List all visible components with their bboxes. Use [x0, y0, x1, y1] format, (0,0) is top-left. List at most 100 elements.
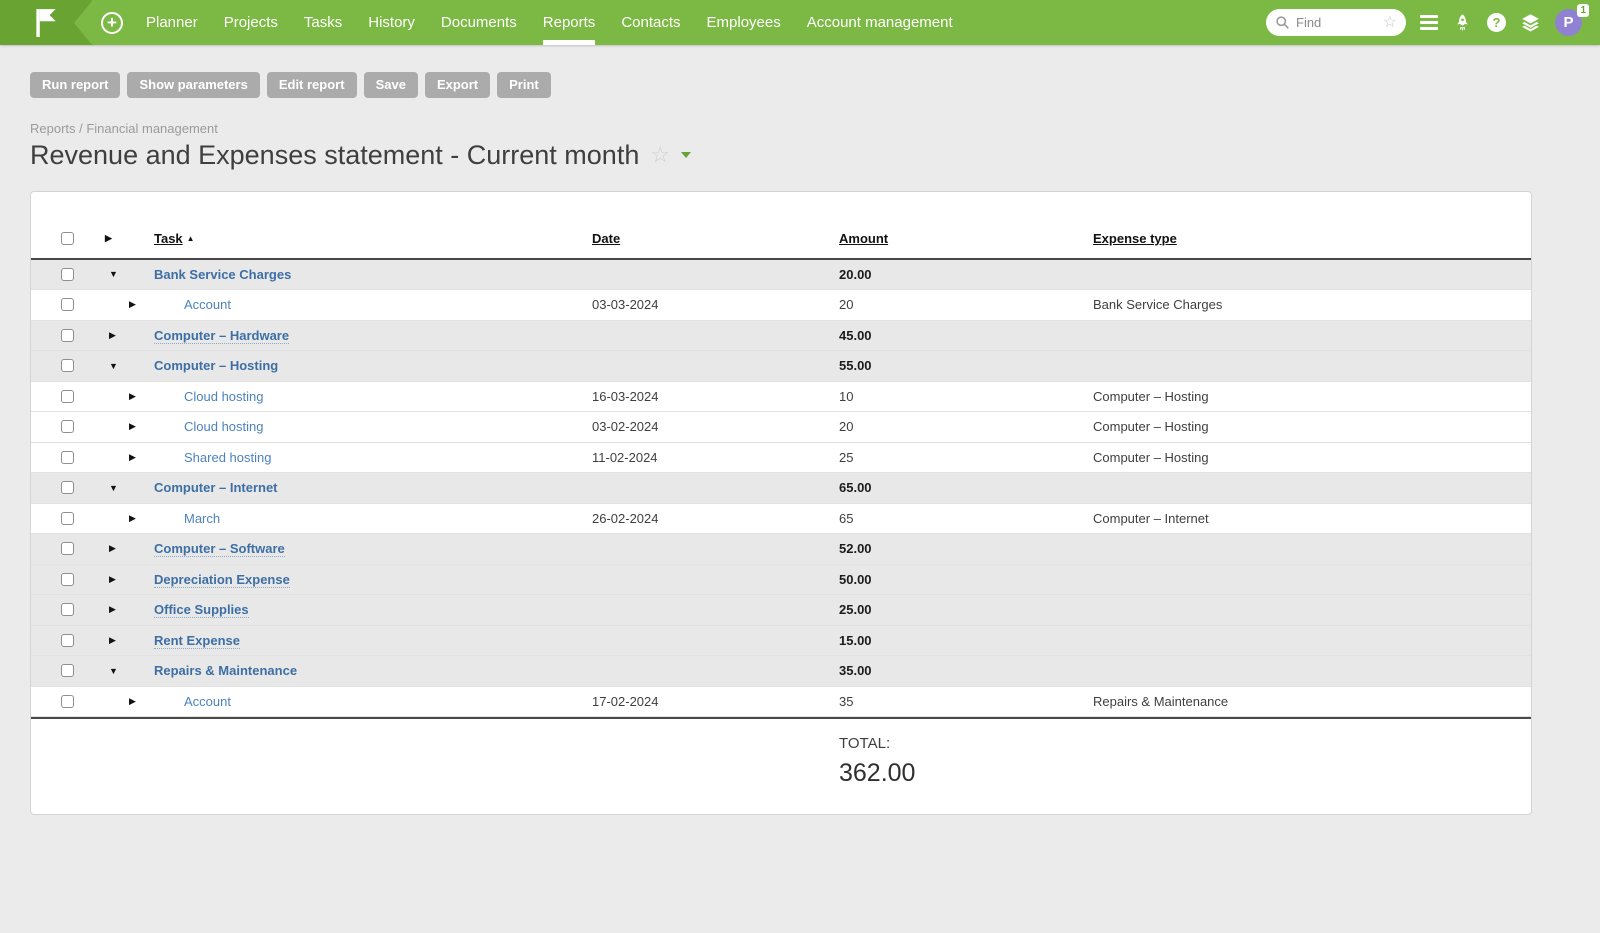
- global-search[interactable]: ☆: [1266, 9, 1406, 36]
- expand-toggle-icon[interactable]: ▶: [83, 330, 154, 341]
- column-header-expense-type[interactable]: Expense type: [1093, 231, 1531, 246]
- row-checkbox[interactable]: [61, 603, 74, 616]
- table-body: ▼Bank Service Charges20.00▶Account03-03-…: [31, 260, 1531, 720]
- expand-toggle-icon[interactable]: ▶: [83, 604, 154, 615]
- task-link[interactable]: Depreciation Expense: [154, 572, 290, 588]
- task-link[interactable]: Office Supplies: [154, 602, 249, 618]
- page-title: Revenue and Expenses statement - Current…: [30, 140, 639, 171]
- task-link[interactable]: Computer – Hardware: [154, 328, 289, 344]
- notification-badge: 1: [1577, 4, 1589, 17]
- collapse-toggle-icon[interactable]: ▼: [83, 269, 154, 279]
- row-checkbox[interactable]: [61, 451, 74, 464]
- table-row: ▶Computer – Software 52.00: [31, 534, 1531, 565]
- amount-cell: 35.00: [839, 663, 1093, 678]
- row-checkbox[interactable]: [61, 695, 74, 708]
- search-favorites-star-icon[interactable]: ☆: [1383, 15, 1397, 31]
- task-cell: Shared hosting: [154, 450, 592, 465]
- show-parameters-button[interactable]: Show parameters: [127, 72, 259, 98]
- row-checkbox[interactable]: [61, 268, 74, 281]
- search-input[interactable]: [1296, 15, 1377, 30]
- help-icon[interactable]: ?: [1487, 13, 1506, 32]
- nav-item-history[interactable]: History: [355, 0, 428, 45]
- task-link[interactable]: Rent Expense: [154, 633, 240, 649]
- layers-icon[interactable]: [1520, 12, 1541, 33]
- expand-all-toggle-icon[interactable]: ▶: [83, 233, 154, 244]
- edit-report-button[interactable]: Edit report: [267, 72, 357, 98]
- save-button[interactable]: Save: [364, 72, 418, 98]
- table-row: ▶Cloud hosting03-02-202420Computer – Hos…: [31, 412, 1531, 443]
- table-row: ▶Computer – Hardware45.00: [31, 321, 1531, 352]
- row-checkbox[interactable]: [61, 542, 74, 555]
- run-report-button[interactable]: Run report: [30, 72, 120, 98]
- row-checkbox[interactable]: [61, 481, 74, 494]
- column-header-date[interactable]: Date: [592, 231, 839, 246]
- nav-item-account-management[interactable]: Account management: [794, 0, 966, 45]
- expand-toggle-icon[interactable]: ▶: [83, 543, 154, 554]
- nav-item-contacts[interactable]: Contacts: [608, 0, 693, 45]
- nav-item-tasks[interactable]: Tasks: [291, 0, 355, 45]
- title-row: Revenue and Expenses statement - Current…: [30, 140, 1600, 171]
- task-link[interactable]: Account: [184, 694, 231, 709]
- task-link[interactable]: Computer – Software: [154, 541, 285, 557]
- select-all-checkbox[interactable]: [61, 232, 74, 245]
- title-dropdown-caret-icon[interactable]: [681, 152, 691, 158]
- nav-item-employees[interactable]: Employees: [694, 0, 794, 45]
- hamburger-menu-icon[interactable]: [1420, 15, 1438, 30]
- row-checkbox[interactable]: [61, 664, 74, 677]
- table-row: ▶Account03-03-202420Bank Service Charges: [31, 290, 1531, 321]
- nav-item-documents[interactable]: Documents: [428, 0, 530, 45]
- expand-toggle-icon[interactable]: ▶: [83, 452, 154, 463]
- table-row: ▼Computer – Internet65.00: [31, 473, 1531, 504]
- date-cell: 03-02-2024: [592, 419, 839, 434]
- task-cell: Computer – Hosting: [154, 358, 592, 373]
- amount-cell: 15.00: [839, 633, 1093, 648]
- breadcrumb[interactable]: Reports / Financial management: [30, 121, 1600, 136]
- row-checkbox[interactable]: [61, 359, 74, 372]
- expand-toggle-icon[interactable]: ▶: [83, 391, 154, 402]
- task-link[interactable]: Shared hosting: [184, 450, 271, 465]
- expand-toggle-icon[interactable]: ▶: [83, 513, 154, 524]
- row-checkbox[interactable]: [61, 329, 74, 342]
- task-cell: Cloud hosting: [154, 389, 592, 404]
- task-link[interactable]: Cloud hosting: [184, 389, 264, 404]
- expand-toggle-icon[interactable]: ▶: [83, 696, 154, 707]
- print-button[interactable]: Print: [497, 72, 551, 98]
- user-avatar[interactable]: P 1: [1555, 9, 1582, 36]
- task-link[interactable]: Bank Service Charges: [154, 267, 291, 282]
- row-checkbox[interactable]: [61, 298, 74, 311]
- row-checkbox[interactable]: [61, 420, 74, 433]
- collapse-toggle-icon[interactable]: ▼: [83, 361, 154, 371]
- quick-add-button[interactable]: +: [101, 12, 123, 34]
- task-link[interactable]: Computer – Hosting: [154, 358, 278, 373]
- task-link[interactable]: Computer – Internet: [154, 480, 278, 495]
- expand-toggle-icon[interactable]: ▶: [83, 574, 154, 585]
- row-checkbox[interactable]: [61, 634, 74, 647]
- favorite-star-icon[interactable]: ☆: [650, 144, 670, 166]
- row-checkbox[interactable]: [61, 512, 74, 525]
- expand-toggle-icon[interactable]: ▶: [83, 635, 154, 646]
- task-link[interactable]: Account: [184, 297, 231, 312]
- table-row: ▶Rent Expense 15.00: [31, 626, 1531, 657]
- task-cell: Account: [154, 694, 592, 709]
- task-link[interactable]: Cloud hosting: [184, 419, 264, 434]
- export-button[interactable]: Export: [425, 72, 490, 98]
- expand-toggle-icon[interactable]: ▶: [83, 421, 154, 432]
- table-row: ▶Office Supplies25.00: [31, 595, 1531, 626]
- row-checkbox[interactable]: [61, 390, 74, 403]
- table-footer: TOTAL: 362.00: [31, 719, 1531, 788]
- nav-item-planner[interactable]: Planner: [133, 0, 211, 45]
- top-nav: + PlannerProjectsTasksHistoryDocumentsRe…: [0, 0, 1600, 45]
- amount-cell: 52.00: [839, 541, 1093, 556]
- task-link[interactable]: Repairs & Maintenance: [154, 663, 297, 678]
- task-link[interactable]: March: [184, 511, 220, 526]
- collapse-toggle-icon[interactable]: ▼: [83, 483, 154, 493]
- nav-item-projects[interactable]: Projects: [211, 0, 291, 45]
- column-header-task[interactable]: Task▲: [154, 231, 592, 246]
- column-header-amount[interactable]: Amount: [839, 231, 1093, 246]
- rocket-icon[interactable]: [1452, 12, 1473, 33]
- row-checkbox[interactable]: [61, 573, 74, 586]
- collapse-toggle-icon[interactable]: ▼: [83, 666, 154, 676]
- task-cell: Depreciation Expense: [154, 572, 592, 587]
- nav-item-reports[interactable]: Reports: [530, 0, 609, 45]
- expand-toggle-icon[interactable]: ▶: [83, 299, 154, 310]
